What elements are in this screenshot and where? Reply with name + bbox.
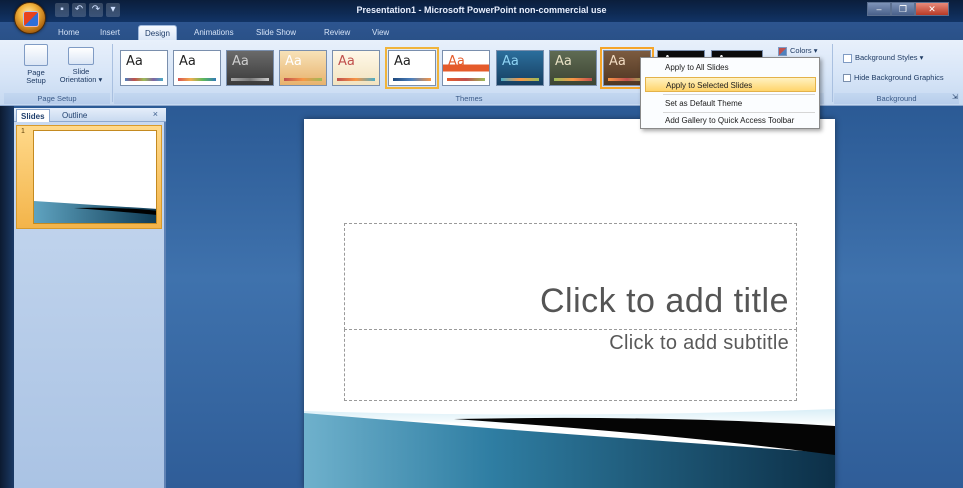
theme-color-strip <box>393 78 431 81</box>
menu-item-set-as-default-theme[interactable]: Set as Default Theme <box>645 96 816 111</box>
theme-color-strip <box>337 78 375 81</box>
background-styles-icon <box>843 53 852 63</box>
theme-thumbnail-6[interactable]: Aa <box>385 47 439 89</box>
menu-item-add-gallery-to-qat[interactable]: Add Gallery to Quick Access Toolbar <box>645 113 816 128</box>
close-panel-icon[interactable]: × <box>153 109 158 119</box>
tab-outline[interactable]: Outline <box>58 109 91 122</box>
title-bar: ▪ ↶ ↷ ▾ Presentation1 - Microsoft PowerP… <box>0 0 963 34</box>
background-styles-label: Background Styles ▾ <box>855 53 924 62</box>
theme-color-strip <box>125 78 163 81</box>
close-button[interactable]: ✕ <box>915 2 949 16</box>
theme-color-strip <box>447 78 485 81</box>
window-controls: – ❐ ✕ <box>867 2 949 16</box>
theme-color-strip <box>178 78 216 81</box>
background-dialog-launcher-icon[interactable]: ⇲ <box>952 93 958 103</box>
window-title: Presentation1 - Microsoft PowerPoint non… <box>356 5 607 15</box>
theme-color-strip <box>284 78 322 81</box>
background-group-label: Background <box>834 93 959 104</box>
office-button[interactable] <box>14 2 46 34</box>
theme-thumbnail-4[interactable]: Aa <box>279 50 327 86</box>
theme-thumbnail-9[interactable]: Aa <box>549 50 597 86</box>
theme-thumbnail-3[interactable]: Aa <box>226 50 274 86</box>
menu-item-apply-to-selected-slides[interactable]: Apply to Selected Slides <box>645 77 816 92</box>
colors-button[interactable]: Colors ▾ <box>778 46 818 56</box>
background-styles-button[interactable]: Background Styles ▾ <box>843 53 923 63</box>
theme-thumbnail-label: Aa <box>126 54 143 69</box>
group-separator <box>832 44 833 102</box>
theme-color-strip <box>231 78 269 81</box>
colors-icon <box>778 46 787 56</box>
theme-context-menu: Apply to All Slides Apply to Selected Sl… <box>640 57 820 129</box>
minimize-button[interactable]: – <box>867 2 891 16</box>
menu-separator <box>663 94 815 95</box>
page-setup-button[interactable]: Page Setup <box>16 44 56 85</box>
slide-orientation-button[interactable]: Slide Orientation ▾ <box>56 44 106 84</box>
tab-review[interactable]: Review <box>318 25 356 40</box>
colors-label: Colors ▾ <box>790 46 818 55</box>
hide-background-graphics-label: Hide Background Graphics <box>854 73 944 82</box>
page-setup-icon <box>24 44 48 66</box>
slide-orientation-label-line2: Orientation ▾ <box>59 75 103 84</box>
tab-slides[interactable]: Slides <box>16 109 50 122</box>
theme-thumbnail-label: Aa <box>609 54 626 69</box>
theme-thumbnail-label: Aa <box>285 54 302 69</box>
slide-thumbnail-item[interactable]: 1 <box>16 125 162 229</box>
theme-thumbnail-label: Aa <box>338 54 355 69</box>
theme-thumbnail-office[interactable]: Aa <box>120 50 168 86</box>
tab-home[interactable]: Home <box>52 25 85 40</box>
tab-insert[interactable]: Insert <box>94 25 126 40</box>
page-setup-group-label: Page Setup <box>4 93 110 104</box>
page-setup-label-line2: Setup <box>26 76 46 85</box>
slide-orientation-icon <box>68 47 94 65</box>
theme-thumbnail-label: Aa <box>502 54 519 69</box>
window-edge <box>0 106 14 488</box>
slide-thumbnail[interactable] <box>33 130 157 224</box>
title-placeholder[interactable]: Click to add title <box>344 223 797 330</box>
theme-thumbnail-5[interactable]: Aa <box>332 50 380 86</box>
theme-color-strip <box>501 78 539 81</box>
theme-color-strip <box>554 78 592 81</box>
tab-design[interactable]: Design <box>138 25 177 40</box>
theme-thumbnail-7[interactable]: Aa <box>442 50 490 86</box>
ribbon-tabs: Home Insert Design Animations Slide Show… <box>0 22 963 40</box>
theme-thumbnail-label: Aa <box>232 54 249 69</box>
menu-item-apply-to-all-slides[interactable]: Apply to All Slides <box>645 60 816 75</box>
group-separator <box>112 44 113 102</box>
tab-animations[interactable]: Animations <box>188 25 240 40</box>
theme-thumbnail-2[interactable]: Aa <box>173 50 221 86</box>
checkbox-icon <box>843 74 851 83</box>
panel-tabs: Slides Outline × <box>14 108 166 122</box>
hide-background-graphics-checkbox[interactable]: Hide Background Graphics <box>843 73 944 83</box>
slide-background-wave <box>304 409 835 488</box>
slide-thumbnail-wave <box>34 201 156 223</box>
office-logo-icon <box>23 11 39 27</box>
theme-thumbnail-label: Aa <box>448 54 465 69</box>
slide-canvas[interactable]: Click to add title Click to add subtitle <box>304 119 835 488</box>
tab-slide-show[interactable]: Slide Show <box>250 25 302 40</box>
theme-thumbnail-label: Aa <box>179 54 196 69</box>
theme-thumbnail-8[interactable]: Aa <box>496 50 544 86</box>
theme-thumbnail-label: Aa <box>555 54 572 69</box>
restore-button[interactable]: ❐ <box>891 2 915 16</box>
tab-view[interactable]: View <box>366 25 395 40</box>
slide-number: 1 <box>21 128 25 135</box>
theme-thumbnail-label: Aa <box>394 54 411 69</box>
slides-panel: Slides Outline × 1 <box>14 108 166 488</box>
